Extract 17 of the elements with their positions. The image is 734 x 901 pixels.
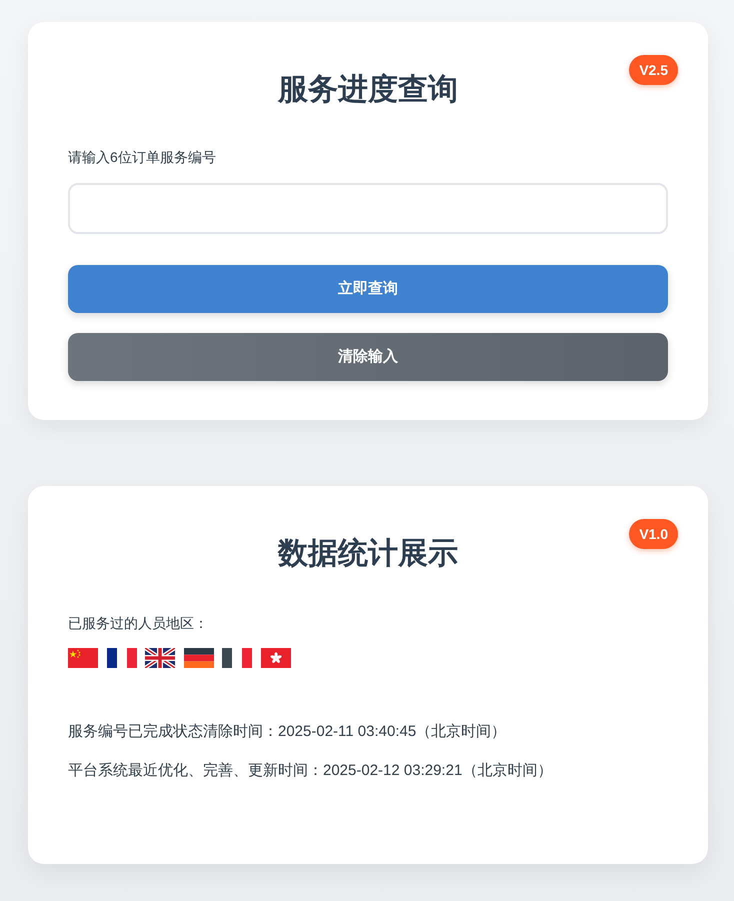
field-label: 请输入6位订单服务编号 — [68, 148, 216, 167]
hong-kong-flag-icon — [260, 648, 291, 668]
version-badge: V2.5 — [629, 55, 678, 85]
timestamp-text: 平台系统最近优化、完善、更新时间：2025-02-12 03:29:21（北京时间） — [68, 761, 552, 781]
version-badge: V1.0 — [629, 519, 678, 549]
china-flag-icon — [68, 648, 98, 668]
card-title: 数据统计展示 — [278, 538, 458, 570]
france-flag-icon — [106, 648, 137, 668]
germany-flag-icon — [184, 648, 214, 668]
timestamp-text: 服务编号已完成状态清除时间：2025-02-11 03:40:45（北京时间） — [68, 722, 506, 742]
order-number-input[interactable] — [68, 183, 668, 234]
query-button[interactable]: 立即查询 — [68, 265, 668, 313]
uk-flag-icon — [145, 648, 176, 668]
clear-button[interactable]: 清除输入 — [68, 333, 668, 381]
regions-label: 已服务过的人员地区： — [68, 614, 208, 633]
card-title: 服务进度查询 — [278, 74, 458, 106]
italy-flag-icon — [222, 648, 252, 668]
